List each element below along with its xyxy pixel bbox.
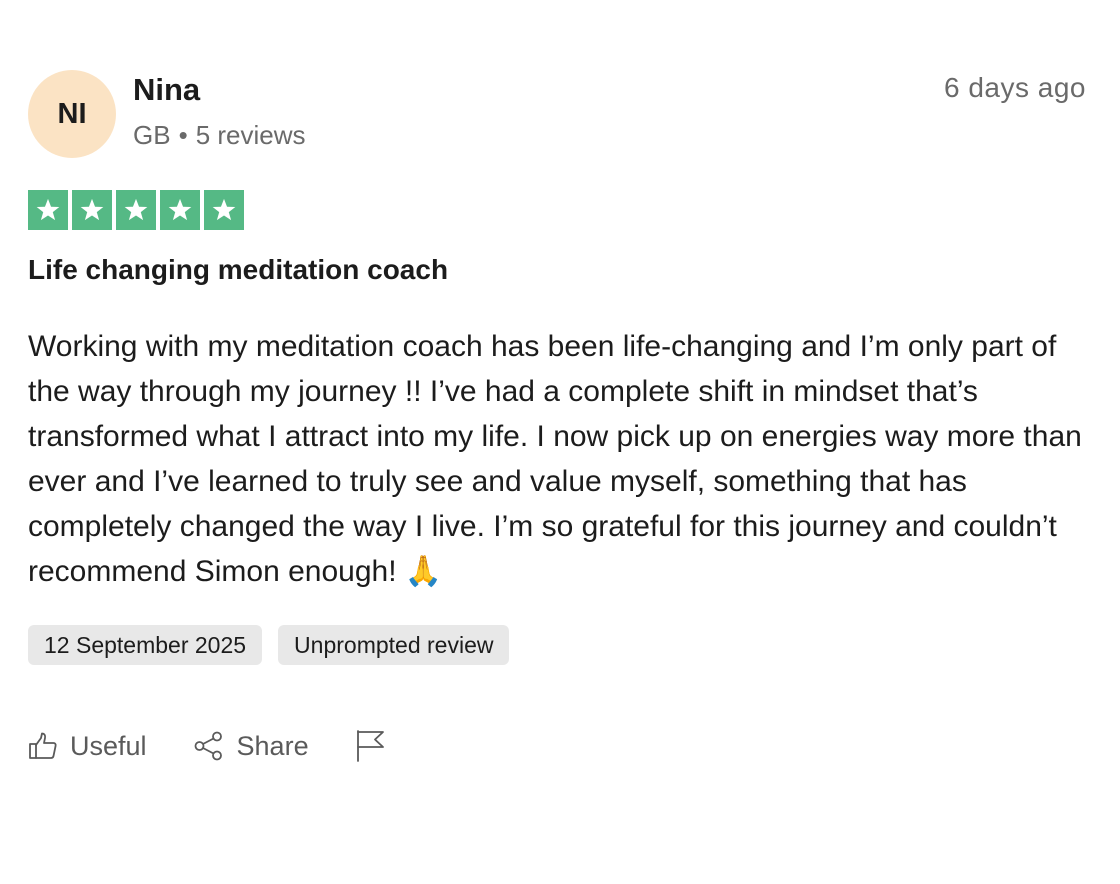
meta-separator: •	[178, 120, 188, 150]
reviewer-review-count: 5 reviews	[195, 120, 306, 150]
star-icon	[72, 190, 112, 230]
review-age: 6 days ago	[944, 72, 1086, 103]
useful-button[interactable]: Useful	[28, 731, 147, 762]
report-button[interactable]	[355, 729, 387, 763]
flag-icon	[355, 729, 387, 763]
reviewer-country: GB	[133, 120, 171, 150]
reviewer-meta: GB • 5 reviews	[133, 120, 306, 151]
avatar[interactable]: NI	[28, 70, 116, 158]
star-icon	[28, 190, 68, 230]
reviewer-name[interactable]: Nina	[133, 72, 200, 108]
share-button[interactable]: Share	[193, 730, 309, 762]
star-icon	[116, 190, 156, 230]
review-title[interactable]: Life changing meditation coach	[28, 254, 448, 286]
share-label: Share	[236, 730, 309, 761]
review-tags: 12 September 2025 Unprompted review	[28, 625, 510, 665]
useful-label: Useful	[70, 730, 147, 761]
review-date-badge: 12 September 2025	[28, 625, 263, 665]
review-actions: Useful Share	[28, 722, 433, 770]
share-icon	[193, 730, 225, 762]
star-rating	[28, 190, 244, 230]
star-icon	[204, 190, 244, 230]
star-icon	[160, 190, 200, 230]
thumbs-up-icon	[28, 731, 58, 761]
review-body: Working with my meditation coach has bee…	[28, 330, 1082, 588]
unprompted-review-badge[interactable]: Unprompted review	[278, 625, 510, 665]
review-card: NI Nina GB • 5 reviews 6 days ago Life c…	[0, 0, 1120, 884]
